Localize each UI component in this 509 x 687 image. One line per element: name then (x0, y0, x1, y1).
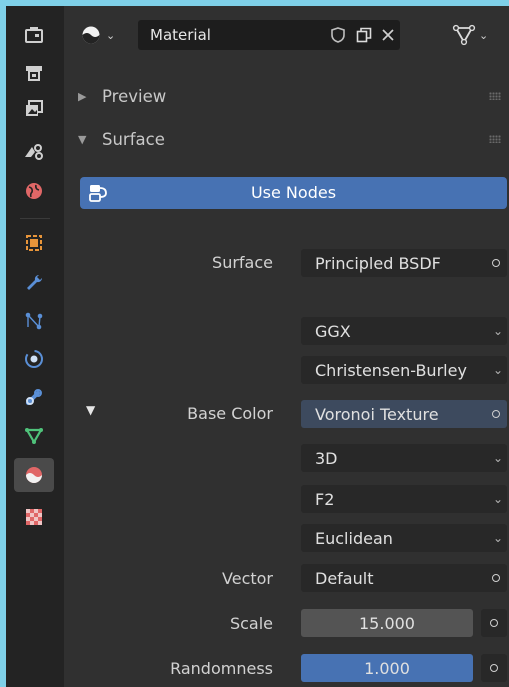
particles-tab[interactable] (14, 304, 54, 338)
expanded-triangle-icon: ▼ (78, 132, 87, 146)
voronoi-feature-dropdown[interactable]: F2 ⌄ (301, 485, 507, 513)
input-socket-icon (485, 259, 507, 267)
unlink-material-button[interactable] (374, 20, 402, 50)
base-color-label: Base Color (187, 404, 273, 423)
base-color-input-field[interactable]: Voronoi Texture (301, 400, 507, 428)
subsurface-method-dropdown[interactable]: Christensen-Burley ⌄ (301, 356, 507, 384)
data-icon (25, 428, 43, 445)
material-properties-panel: ⌄ Material ⌄ ▶ Preview ▼ Surface Use Nod… (64, 6, 509, 687)
world-tab[interactable] (14, 174, 54, 208)
voronoi-dimensions-dropdown[interactable]: 3D ⌄ (301, 444, 507, 472)
browse-material-button[interactable]: ⌄ (80, 20, 132, 50)
voronoi-feature-value: F2 (315, 489, 335, 509)
render-tab[interactable] (14, 56, 54, 90)
scale-number-field[interactable]: 15.000 (301, 609, 473, 637)
input-socket-icon (490, 619, 498, 627)
particles-icon (25, 312, 43, 330)
physics-tab[interactable] (14, 342, 54, 376)
texture-icon (26, 509, 42, 525)
surface-shader-value: Principled BSDF (315, 253, 441, 273)
material-name: Material (150, 26, 211, 44)
properties-editor: ⌄ Material ⌄ ▶ Preview ▼ Surface Use Nod… (6, 6, 509, 687)
shield-icon (331, 27, 345, 43)
chevron-down-icon: ⌄ (492, 363, 504, 377)
close-icon (382, 29, 394, 41)
base-color-expand-icon[interactable]: ▼ (86, 403, 95, 417)
material-icon (26, 467, 42, 483)
use-nodes-label: Use Nodes (250, 183, 337, 202)
randomness-socket-button[interactable] (481, 654, 507, 682)
randomness-value: 1.000 (364, 658, 410, 678)
scale-label: Scale (229, 614, 273, 633)
tool-icon (25, 27, 43, 43)
output-icon (26, 100, 43, 116)
input-socket-icon (490, 664, 498, 672)
surface-panel-title: Surface (102, 129, 165, 149)
drag-grip-icon[interactable] (489, 92, 501, 100)
sidebar-separator (20, 218, 50, 219)
collapsed-triangle-icon: ▶ (78, 89, 87, 103)
surface-shader-field[interactable]: Principled BSDF (301, 249, 507, 277)
object-icon (26, 235, 42, 251)
output-tab[interactable] (14, 92, 54, 126)
randomness-slider[interactable]: 1.000 (301, 654, 473, 682)
texture-tab[interactable] (14, 500, 54, 534)
surface-panel-header[interactable]: ▼ Surface (78, 127, 165, 151)
constraints-icon (26, 389, 42, 405)
preview-panel-header[interactable]: ▶ Preview (78, 84, 166, 108)
data-tab[interactable] (14, 418, 54, 452)
properties-tab-sidebar (6, 6, 64, 687)
physics-icon (25, 350, 43, 368)
duplicate-icon (356, 27, 372, 43)
constraints-tab[interactable] (14, 380, 54, 414)
render-icon (26, 66, 42, 81)
vector-input-field[interactable]: Default (301, 564, 507, 592)
chevron-down-icon: ⌄ (479, 28, 489, 42)
voronoi-dimensions-value: 3D (315, 448, 338, 468)
surface-label: Surface (212, 253, 273, 272)
vector-value: Default (315, 568, 374, 588)
chevron-down-icon: ⌄ (492, 531, 504, 545)
scale-socket-button[interactable] (481, 609, 507, 637)
node-link-icon (452, 24, 476, 46)
scale-value: 15.000 (359, 613, 415, 633)
node-link-selector[interactable]: ⌄ (452, 20, 508, 50)
voronoi-distance-value: Euclidean (315, 528, 393, 548)
material-name-field[interactable]: Material (138, 20, 400, 50)
chevron-down-icon: ⌄ (492, 324, 504, 338)
material-tab[interactable] (14, 458, 54, 492)
modifiers-icon (27, 274, 43, 290)
view-layer-tab[interactable] (14, 134, 54, 168)
base-color-value: Voronoi Texture (315, 404, 439, 424)
modifiers-tab[interactable] (14, 266, 54, 300)
material-browse-icon (82, 26, 100, 44)
distribution-dropdown[interactable]: GGX ⌄ (301, 317, 507, 345)
chevron-down-icon: ⌄ (106, 28, 116, 42)
view-layer-icon (25, 144, 43, 160)
input-socket-icon (485, 410, 507, 418)
object-tab[interactable] (14, 226, 54, 260)
world-icon (26, 183, 42, 199)
chevron-down-icon: ⌄ (492, 492, 504, 506)
tool-tab[interactable] (14, 18, 54, 52)
chevron-down-icon: ⌄ (492, 451, 504, 465)
input-socket-icon (485, 574, 507, 582)
fake-user-button[interactable] (324, 20, 352, 50)
use-nodes-button[interactable]: Use Nodes (80, 177, 507, 209)
voronoi-distance-dropdown[interactable]: Euclidean ⌄ (301, 524, 507, 552)
distribution-value: GGX (315, 321, 351, 341)
vector-label: Vector (222, 569, 273, 588)
preview-panel-title: Preview (102, 86, 167, 106)
randomness-label: Randomness (170, 659, 273, 678)
subsurface-method-value: Christensen-Burley (315, 360, 467, 380)
drag-grip-icon[interactable] (489, 135, 501, 143)
